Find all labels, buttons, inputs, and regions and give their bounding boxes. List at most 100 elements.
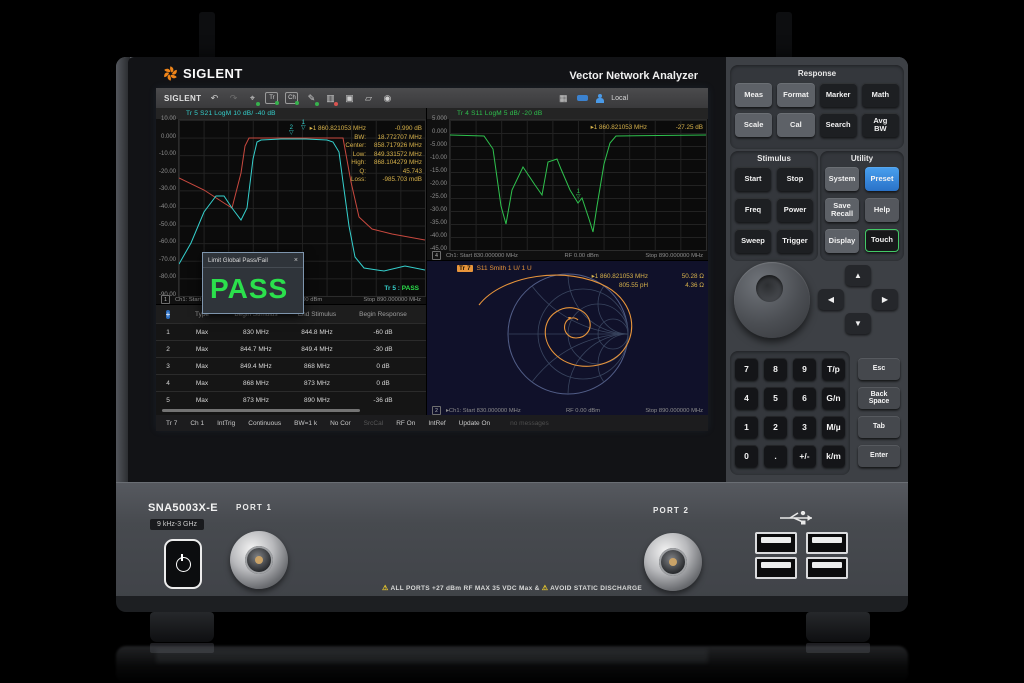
undo-icon[interactable]: ↶ [208, 92, 220, 104]
start-frequency-label[interactable]: Ch1: Start 830.000000 MHz [446, 253, 518, 259]
open-file-icon[interactable]: ▱ [362, 92, 374, 104]
channel-icon[interactable]: Ch [285, 92, 298, 104]
hw-button[interactable]: System [825, 167, 859, 191]
limit-table[interactable]: + Type Begin Stimulus End Stimulus Begin… [156, 304, 426, 415]
hw-button[interactable]: Touch [865, 229, 899, 252]
keypad-key[interactable]: G/n [822, 387, 845, 409]
trace-icon[interactable]: Tr [265, 92, 278, 104]
s21-trace-header[interactable]: Tr 5 S21 LogM 10 dB/ -40 dB [156, 108, 426, 119]
hw-button[interactable]: Trigger [777, 229, 813, 253]
marker-1[interactable]: 1▽ [301, 121, 306, 131]
table-row[interactable]: 3Max849.4 MHz868 MHz0 dB [156, 357, 426, 374]
hw-button[interactable]: Scale [735, 113, 772, 137]
keypad-key[interactable]: 2 [764, 416, 787, 438]
table-horizontal-scrollbar[interactable] [162, 409, 360, 412]
keypad-key[interactable]: Enter [858, 445, 900, 467]
s11-chart-pane[interactable]: Tr 4 S11 LogM 5 dB/ -20 dB 5.0000.000-5.… [427, 108, 708, 260]
hw-button[interactable]: Preset [865, 167, 899, 191]
keypad-key[interactable]: k/m [822, 445, 845, 467]
power-button[interactable] [164, 539, 202, 589]
add-limit-button[interactable]: + [166, 310, 171, 319]
frequency-range-badge: 9 kHz-3 GHz [150, 519, 204, 530]
keypad-key[interactable]: 1 [735, 416, 758, 438]
rotary-knob[interactable] [734, 262, 810, 338]
hw-button[interactable]: Start [735, 167, 771, 191]
hw-button[interactable]: Freq [735, 198, 771, 222]
keypad-key[interactable]: Tab [858, 416, 900, 438]
keypad-key[interactable]: 7 [735, 358, 758, 380]
hw-button[interactable]: Save Recall [825, 198, 859, 222]
status-item[interactable]: IntTrig [217, 420, 235, 427]
hw-button[interactable]: Meas [735, 83, 772, 107]
usb-port [806, 557, 848, 579]
smith-marker-1[interactable]: ▾ [568, 317, 571, 322]
hw-button[interactable]: Math [862, 83, 899, 107]
screenshot-camera-icon[interactable]: ◉ [381, 92, 393, 104]
stop-frequency-label[interactable]: Stop 890.000000 MHz [363, 297, 421, 303]
marker-search-icon[interactable]: ⌖ [246, 92, 258, 104]
calibration-pen-icon[interactable]: ✎ [305, 92, 317, 104]
display-setup-icon[interactable]: ▦ [557, 92, 569, 104]
status-item[interactable]: No Cor [330, 420, 351, 427]
touchscreen[interactable]: SIGLENT ↶ ↷ ⌖ Tr Ch ✎ ▥ ▣ ▱ ◉ ▦ Local [156, 88, 708, 430]
status-item[interactable]: SrcCal [364, 420, 384, 427]
arrow-down-button[interactable]: ▼ [845, 313, 871, 334]
marker-2[interactable]: 2▽ [289, 126, 294, 136]
usb-device-icon [577, 95, 588, 101]
keypad-key[interactable]: . [764, 445, 787, 467]
arrow-left-button[interactable]: ◀ [818, 289, 844, 310]
rf-power-label[interactable]: RF 0.00 dBm [565, 253, 599, 259]
local-mode-label[interactable]: Local [611, 95, 628, 102]
arrow-right-button[interactable]: ▶ [872, 289, 898, 310]
stop-frequency-label[interactable]: Stop 890.000000 MHz [645, 408, 703, 414]
status-item[interactable]: IntRef [428, 420, 445, 427]
hw-button[interactable]: Power [777, 198, 813, 222]
hw-button[interactable]: Marker [820, 83, 857, 107]
status-item[interactable]: BW=1 k [294, 420, 317, 427]
hw-button[interactable]: Sweep [735, 229, 771, 253]
table-row[interactable]: 2Max844.7 MHz849.4 MHz-30 dB [156, 340, 426, 357]
keypad-key[interactable]: +/- [793, 445, 816, 467]
keypad-key[interactable]: Back Space [858, 387, 900, 409]
hw-button[interactable]: Avg BW [862, 113, 899, 137]
hw-button[interactable]: Display [825, 229, 859, 253]
save-icon[interactable]: ▣ [343, 92, 355, 104]
s11-trace-header[interactable]: Tr 4 S11 LogM 5 dB/ -20 dB [427, 108, 708, 119]
delete-trash-icon[interactable]: ▥ [324, 92, 336, 104]
limit-passfail-dialog[interactable]: Limit Global Pass/Fail × PASS [202, 252, 304, 314]
close-icon[interactable]: × [294, 257, 298, 264]
start-frequency-label[interactable]: ▸Ch1: Start 830.000000 MHz [446, 408, 521, 414]
smith-trace-header[interactable]: Tr 7 S11 Smith 1 U/ 1 U [457, 265, 532, 272]
status-item[interactable]: Continuous [248, 420, 281, 427]
keypad-key[interactable]: T/p [822, 358, 845, 380]
s11-y-axis: 5.0000.000-5.000-10.00-15.00-20.00-25.00… [429, 116, 447, 252]
keypad-key[interactable]: 3 [793, 416, 816, 438]
keypad-key[interactable]: 9 [793, 358, 816, 380]
keypad-key[interactable]: 4 [735, 387, 758, 409]
stop-frequency-label[interactable]: Stop 890.000000 MHz [645, 253, 703, 259]
front-bottom-trim [116, 596, 908, 612]
hw-button[interactable]: Stop [777, 167, 813, 191]
y-axis-label: 0.000 [161, 134, 176, 140]
status-item[interactable]: RF On [396, 420, 415, 427]
status-item[interactable]: Tr 7 [166, 420, 177, 427]
keypad-key[interactable]: M/µ [822, 416, 845, 438]
table-row[interactable]: 1Max830 MHz844.8 MHz-60 dB [156, 323, 426, 340]
arrow-up-button[interactable]: ▲ [845, 265, 871, 286]
hw-button[interactable]: Search [820, 113, 857, 137]
hw-button[interactable]: Format [777, 83, 814, 107]
table-row[interactable]: 4Max868 MHz873 MHz0 dB [156, 374, 426, 391]
smith-chart-pane[interactable]: Tr 7 S11 Smith 1 U/ 1 U ▸1 860.821053 MH… [427, 260, 708, 415]
keypad-key[interactable]: 6 [793, 387, 816, 409]
keypad-key[interactable]: 8 [764, 358, 787, 380]
keypad-key[interactable]: Esc [858, 358, 900, 380]
rf-power-label[interactable]: RF 0.00 dBm [566, 408, 600, 414]
status-item[interactable]: Ch 1 [190, 420, 204, 427]
table-row[interactable]: 5Max873 MHz890 MHz-36 dB [156, 391, 426, 408]
keypad-key[interactable]: 0 [735, 445, 758, 467]
status-item[interactable]: Update On [459, 420, 490, 427]
hw-button[interactable]: Cal [777, 113, 814, 137]
marker-1[interactable]: 1▽ [576, 190, 581, 200]
keypad-key[interactable]: 5 [764, 387, 787, 409]
hw-button[interactable]: Help [865, 198, 899, 222]
